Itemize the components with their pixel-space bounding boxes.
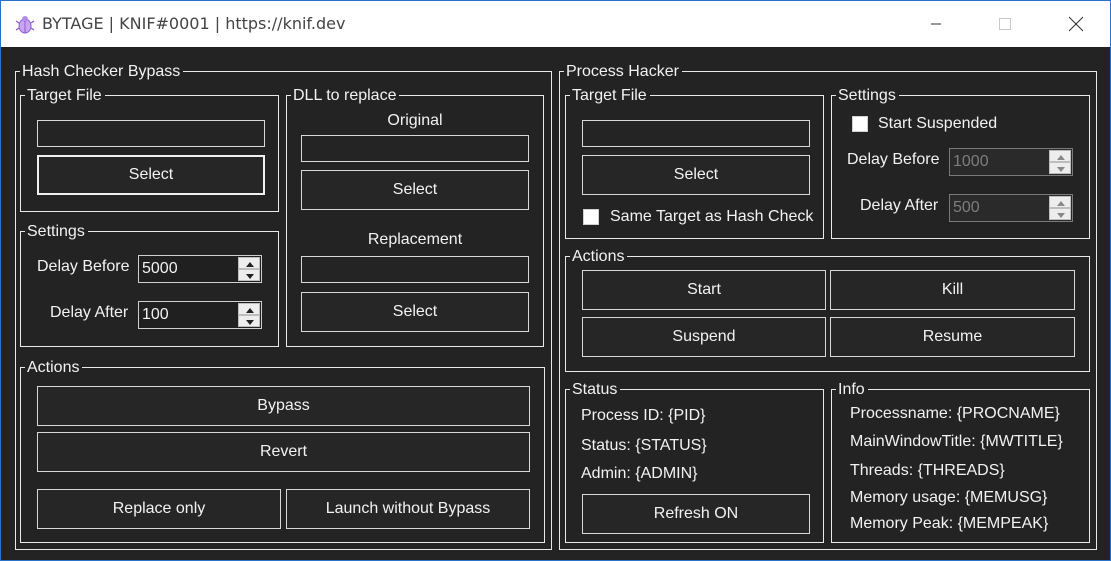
hc-delay-after-label: Delay After: [50, 304, 129, 321]
maximize-button[interactable]: [982, 1, 1028, 47]
bypass-button[interactable]: Bypass: [37, 386, 530, 426]
hc-dll-original-input[interactable]: [301, 135, 529, 162]
ph-delay-after-spin[interactable]: [1049, 196, 1071, 220]
hc-actions-title: Actions: [27, 359, 80, 376]
ph-delay-before-spin[interactable]: [1049, 150, 1071, 174]
triangle-down-icon: [246, 274, 254, 279]
start-suspended-checkbox[interactable]: [852, 116, 868, 132]
admin-text: Admin: {ADMIN}: [581, 465, 698, 482]
start-suspended-label[interactable]: Start Suspended: [878, 115, 997, 133]
ph-delay-before-stepper[interactable]: 1000: [949, 148, 1073, 176]
hc-dll-replacement-label: Replacement: [367, 231, 463, 248]
window-title: BYTAGE | KNIF#0001 | https://knif.dev: [42, 14, 346, 33]
triangle-down-icon: [246, 320, 254, 325]
resume-button[interactable]: Resume: [830, 317, 1075, 357]
hc-target-file-title: Target File: [27, 87, 102, 104]
hc-dll-title: DLL to replace: [293, 87, 397, 104]
maximize-icon: [999, 18, 1011, 30]
hc-dll-replacement-input[interactable]: [301, 256, 529, 283]
triangle-up-icon: [246, 308, 254, 313]
refresh-button[interactable]: Refresh ON: [582, 494, 810, 534]
hc-dll-original-select-button[interactable]: Select: [301, 170, 529, 210]
close-button[interactable]: [1053, 1, 1099, 47]
hash-checker-title: Hash Checker Bypass: [22, 63, 181, 80]
hc-delay-after-stepper[interactable]: 100: [138, 301, 262, 329]
process-hacker-title: Process Hacker: [566, 63, 679, 80]
spin-down-button[interactable]: [1049, 162, 1071, 174]
process-id-text: Process ID: {PID}: [581, 407, 706, 424]
ph-target-file-title: Target File: [572, 87, 647, 104]
ph-status-title: Status: [572, 381, 618, 398]
ph-delay-before-label: Delay Before: [847, 151, 940, 168]
spin-down-button[interactable]: [238, 269, 260, 281]
status-text: Status: {STATUS}: [581, 437, 707, 454]
hc-delay-before-spin[interactable]: [238, 257, 260, 281]
hc-delay-before-label: Delay Before: [37, 258, 130, 275]
processname-text: Processname: {PROCNAME}: [850, 405, 1060, 422]
hc-delay-after-spin[interactable]: [238, 303, 260, 327]
title-bar[interactable]: BYTAGE | KNIF#0001 | https://knif.dev: [1, 1, 1110, 47]
hc-settings-title: Settings: [27, 223, 85, 240]
spin-down-button[interactable]: [238, 315, 260, 327]
triangle-down-icon: [1057, 213, 1065, 218]
client-area: Hash Checker Bypass Target File Select S…: [1, 47, 1110, 560]
memory-peak-text: Memory Peak: {MEMPEAK}: [850, 515, 1049, 532]
hc-target-select-button[interactable]: Select: [37, 155, 265, 195]
triangle-up-icon: [1057, 201, 1065, 206]
same-target-label[interactable]: Same Target as Hash Check: [610, 208, 813, 226]
spin-down-button[interactable]: [1049, 208, 1071, 220]
ph-delay-after-label: Delay After: [860, 197, 939, 214]
spin-up-button[interactable]: [1049, 150, 1071, 162]
hc-dll-original-label: Original: [387, 112, 443, 129]
bug-icon: [15, 16, 35, 34]
mainwindowtitle-text: MainWindowTitle: {MWTITLE}: [850, 433, 1063, 450]
hc-delay-after-value: 100: [142, 306, 169, 323]
triangle-up-icon: [1057, 155, 1065, 160]
replace-only-button[interactable]: Replace only: [37, 489, 281, 529]
ph-delay-after-value: 500: [953, 199, 980, 216]
triangle-up-icon: [246, 262, 254, 267]
spin-up-button[interactable]: [1049, 196, 1071, 208]
threads-text: Threads: {THREADS}: [850, 462, 1005, 479]
kill-button[interactable]: Kill: [830, 270, 1075, 310]
minimize-icon: [931, 23, 941, 25]
suspend-button[interactable]: Suspend: [582, 317, 826, 357]
ph-target-select-button[interactable]: Select: [582, 155, 810, 195]
close-icon: [1068, 16, 1084, 32]
minimize-button[interactable]: [913, 1, 959, 47]
hc-delay-before-stepper[interactable]: 5000: [138, 255, 262, 283]
memory-usage-text: Memory usage: {MEMUSG}: [850, 489, 1048, 506]
hc-target-path-input[interactable]: [37, 120, 265, 147]
app-window: BYTAGE | KNIF#0001 | https://knif.dev Ha…: [0, 0, 1111, 561]
triangle-down-icon: [1057, 167, 1065, 172]
ph-info-title: Info: [838, 381, 865, 398]
same-target-checkbox[interactable]: [583, 209, 599, 225]
revert-button[interactable]: Revert: [37, 432, 530, 472]
spin-up-button[interactable]: [238, 303, 260, 315]
hc-delay-before-value: 5000: [142, 260, 178, 277]
ph-settings-title: Settings: [838, 87, 896, 104]
spin-up-button[interactable]: [238, 257, 260, 269]
ph-delay-after-stepper[interactable]: 500: [949, 194, 1073, 222]
ph-actions-title: Actions: [572, 248, 625, 265]
start-button[interactable]: Start: [582, 270, 826, 310]
ph-delay-before-value: 1000: [953, 153, 989, 170]
ph-target-path-input[interactable]: [582, 120, 810, 147]
launch-without-bypass-button[interactable]: Launch without Bypass: [286, 489, 530, 529]
hc-dll-replacement-select-button[interactable]: Select: [301, 292, 529, 332]
